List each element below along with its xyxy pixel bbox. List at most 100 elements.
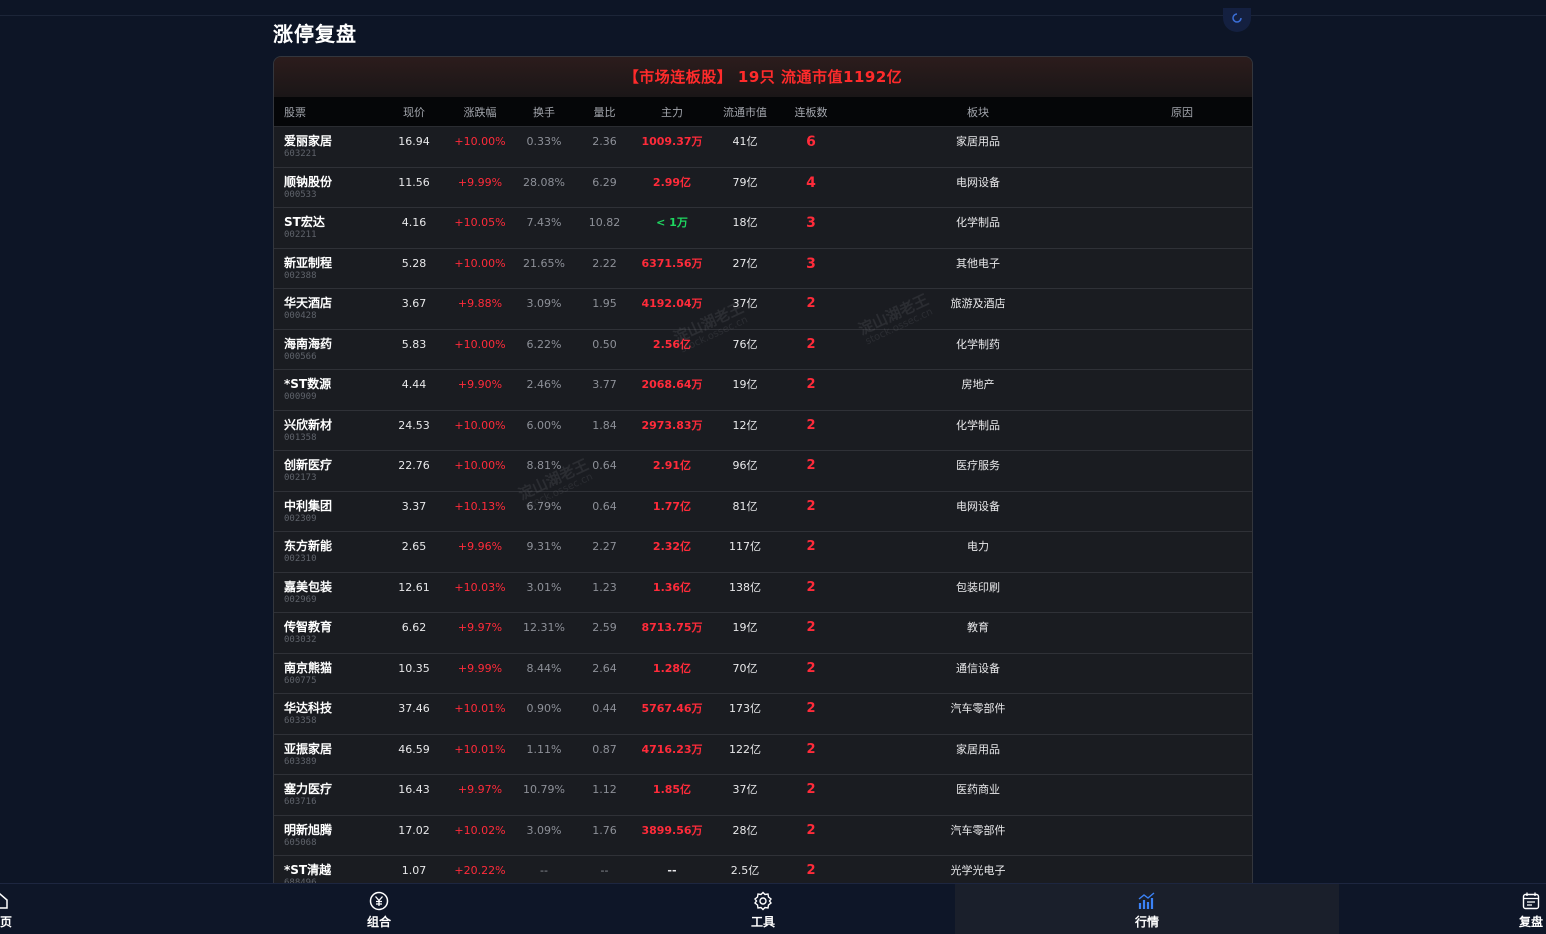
stock-name[interactable]: 华天酒店 bbox=[284, 296, 379, 310]
market-cap-cell: 27亿 bbox=[712, 248, 778, 289]
market-cap: 41亿 bbox=[732, 135, 758, 148]
stock-code: 000566 bbox=[284, 351, 317, 362]
volume-ratio: 0.64 bbox=[592, 459, 617, 472]
volume-ratio: 1.76 bbox=[592, 823, 617, 837]
table-row[interactable]: 中利集团 002309 3.37 +10.13% 6.79% 0.64 1.77亿 81亿 2 电… bbox=[274, 491, 1252, 532]
stock-name[interactable]: *ST清越 bbox=[284, 863, 379, 877]
boards-cell: 3 bbox=[778, 207, 844, 249]
price-cell: 4.44 bbox=[379, 369, 449, 411]
stock-name[interactable]: 顺钠股份 bbox=[284, 175, 379, 189]
volume-ratio: 2.27 bbox=[592, 540, 617, 553]
stock-name[interactable]: *ST数源 bbox=[284, 377, 379, 391]
boards-cell: 2 bbox=[778, 612, 844, 654]
main-force-cell: 3899.56万 bbox=[632, 815, 712, 856]
volume-ratio: 1.12 bbox=[592, 783, 617, 796]
change-percent-cell: +9.90% bbox=[449, 369, 511, 411]
sector-cell: 通信设备 bbox=[844, 653, 1112, 694]
table-row[interactable]: 亚振家居 603389 46.59 +10.01% 1.11% 0.87 4716.23万 1… bbox=[274, 734, 1252, 775]
change-percent: +9.88% bbox=[457, 297, 503, 310]
stock-name[interactable]: 塞力医疗 bbox=[284, 782, 379, 796]
stock-name[interactable]: 海南海药 bbox=[284, 337, 379, 351]
stock-name[interactable]: 亚振家居 bbox=[284, 742, 379, 756]
stock-code: 603389 bbox=[284, 756, 317, 767]
table-row[interactable]: 塞力医疗 603716 16.43 +9.97% 10.79% 1.12 1.85亿 37亿 2… bbox=[274, 774, 1252, 816]
volume-ratio-cell: 1.12 bbox=[577, 774, 632, 816]
sector: 电网设备 bbox=[956, 175, 1000, 189]
table-row[interactable]: ST宏达 002211 4.16 +10.05% 7.43% 10.82 < 1万 18亿 3 化… bbox=[274, 207, 1252, 249]
tab-review[interactable]: 复盘 bbox=[1339, 884, 1546, 934]
stock-name[interactable]: 创新医疗 bbox=[284, 458, 379, 472]
refresh-button[interactable] bbox=[1223, 8, 1251, 32]
table-row[interactable]: 东方新能 002310 2.65 +9.96% 9.31% 2.27 2.32亿 117亿 2 电… bbox=[274, 531, 1252, 573]
main-force: 4192.04万 bbox=[641, 297, 703, 310]
boards-cell: 2 bbox=[778, 410, 844, 451]
stock-name[interactable]: ST宏达 bbox=[284, 215, 379, 229]
table-row[interactable]: *ST数源 000909 4.44 +9.90% 2.46% 3.77 2068.64万 19… bbox=[274, 369, 1252, 411]
sector: 电网设备 bbox=[956, 499, 1000, 513]
stock-name[interactable]: 新亚制程 bbox=[284, 256, 379, 270]
volume-ratio: 0.87 bbox=[592, 742, 617, 756]
tab-portfolio[interactable]: 组合 bbox=[187, 884, 571, 934]
main-force-cell: 8713.75万 bbox=[632, 612, 712, 654]
tab-home[interactable]: 首页 bbox=[0, 884, 192, 934]
volume-ratio-cell: 10.82 bbox=[577, 207, 632, 249]
table-row[interactable]: 海南海药 000566 5.83 +10.00% 6.22% 0.50 2.56亿 76亿 2 化… bbox=[274, 329, 1252, 370]
column-header-reason[interactable]: 原因 bbox=[1112, 97, 1252, 127]
table-row[interactable]: 嘉美包装 002969 12.61 +10.03% 3.01% 1.23 1.36亿 138亿… bbox=[274, 572, 1252, 613]
table-row[interactable]: 华天酒店 000428 3.67 +9.88% 3.09% 1.95 4192.04万 37亿… bbox=[274, 288, 1252, 330]
change-percent: +9.99% bbox=[457, 175, 503, 189]
stock-name[interactable]: 华达科技 bbox=[284, 701, 379, 715]
stock-name[interactable]: 中利集团 bbox=[284, 499, 379, 513]
column-header-main-force[interactable]: 主力 bbox=[632, 97, 712, 127]
column-header-price[interactable]: 现价 bbox=[379, 97, 449, 127]
main-force-cell: < 1万 bbox=[632, 207, 712, 249]
table-row[interactable]: 传智教育 003032 6.62 +9.97% 12.31% 2.59 8713.75万 19… bbox=[274, 612, 1252, 654]
column-header-market-cap[interactable]: 流通市值 bbox=[712, 97, 778, 127]
stock-code: 000533 bbox=[284, 189, 317, 200]
column-header-boards[interactable]: 连板数 bbox=[778, 97, 844, 127]
stock-name[interactable]: 兴欣新材 bbox=[284, 418, 379, 432]
stock-cell: ST宏达 002211 bbox=[274, 207, 379, 249]
table-row[interactable]: 兴欣新材 001358 24.53 +10.00% 6.00% 1.84 2973.83万 1… bbox=[274, 410, 1252, 451]
stock-name[interactable]: 传智教育 bbox=[284, 620, 379, 634]
market-cap: 96亿 bbox=[732, 459, 758, 472]
price: 17.02 bbox=[398, 823, 430, 837]
stock-cell: 东方新能 002310 bbox=[274, 531, 379, 573]
boards-cell: 2 bbox=[778, 734, 844, 775]
tab-market[interactable]: 行情 bbox=[955, 884, 1339, 934]
change-percent: +10.00% bbox=[454, 135, 506, 148]
table-row[interactable]: 创新医疗 002173 22.76 +10.00% 8.81% 0.64 2.91亿 96亿 2… bbox=[274, 450, 1252, 492]
stock-name[interactable]: 东方新能 bbox=[284, 539, 379, 553]
column-header-turnover[interactable]: 换手 bbox=[511, 97, 577, 127]
boards-cell: 2 bbox=[778, 288, 844, 330]
volume-ratio: 1.23 bbox=[592, 580, 617, 594]
change-percent-cell: +20.22% bbox=[449, 855, 511, 884]
main-force: 2973.83万 bbox=[641, 418, 703, 432]
table-row[interactable]: 南京熊猫 600775 10.35 +9.99% 8.44% 2.64 1.28亿 70亿 2 通… bbox=[274, 653, 1252, 694]
stock-code: 002388 bbox=[284, 270, 317, 281]
column-header-stock[interactable]: 股票 bbox=[274, 97, 379, 127]
table-row[interactable]: 顺钠股份 000533 11.56 +9.99% 28.08% 6.29 2.99亿 79亿 4… bbox=[274, 167, 1252, 208]
table-row[interactable]: 新亚制程 002388 5.28 +10.00% 21.65% 2.22 6371.56万 2… bbox=[274, 248, 1252, 289]
reason-cell bbox=[1112, 207, 1252, 249]
column-header-change[interactable]: 涨跌幅 bbox=[449, 97, 511, 127]
table-row[interactable]: 华达科技 603358 37.46 +10.01% 0.90% 0.44 5767.46万 1… bbox=[274, 693, 1252, 735]
stock-cell: 亚振家居 603389 bbox=[274, 734, 379, 775]
sector: 电力 bbox=[967, 540, 989, 553]
main-force-cell: 4716.23万 bbox=[632, 734, 712, 775]
stock-name[interactable]: 爱丽家居 bbox=[284, 134, 379, 148]
main-force: 2.32亿 bbox=[652, 540, 692, 553]
volume-ratio: 3.77 bbox=[592, 378, 617, 391]
table-row[interactable]: 明新旭腾 605068 17.02 +10.02% 3.09% 1.76 3899.56万 2… bbox=[274, 815, 1252, 856]
tab-tools[interactable]: 工具 bbox=[571, 884, 955, 934]
market-cap: 37亿 bbox=[732, 783, 758, 796]
stock-name[interactable]: 明新旭腾 bbox=[284, 823, 379, 837]
stock-name[interactable]: 嘉美包装 bbox=[284, 580, 379, 594]
table-row[interactable]: *ST清越 688496 1.07 +20.22% -- -- -- 2.5亿 2 光学光电子 bbox=[274, 855, 1252, 884]
stock-name[interactable]: 南京熊猫 bbox=[284, 661, 379, 675]
table-row[interactable]: 爱丽家居 603221 16.94 +10.00% 0.33% 2.36 1009.37万 4… bbox=[274, 126, 1252, 168]
column-header-volume-ratio[interactable]: 量比 bbox=[577, 97, 632, 127]
column-header-sector[interactable]: 板块 bbox=[844, 97, 1112, 127]
change-percent: +9.97% bbox=[457, 621, 503, 634]
main-force-cell: 2068.64万 bbox=[632, 369, 712, 411]
